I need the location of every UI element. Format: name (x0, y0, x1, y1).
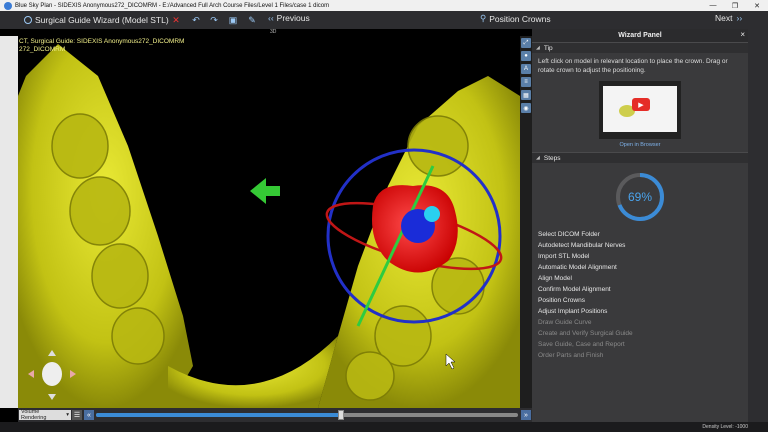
step-item[interactable]: Automatic Model Alignment (538, 262, 748, 273)
close-window-button[interactable]: ✕ (746, 0, 768, 11)
undo-icon[interactable]: ↶ (190, 14, 202, 26)
tip-header: Tip (543, 44, 553, 52)
dental-model-render[interactable] (18, 36, 520, 408)
cancel-x-icon[interactable]: ✕ (170, 14, 182, 26)
status-bar: Density Level: -1000 (0, 422, 768, 432)
model-front-arch (168, 336, 338, 408)
progress-percent: 69% (627, 190, 653, 204)
step-item[interactable]: Draw Guide Curve (538, 317, 748, 328)
wizard-title: Surgical Guide Wizard (Model STL) (35, 15, 169, 25)
collapse-triangle-icon: ◢ (536, 155, 540, 161)
step-item[interactable]: Save Guide, Case and Report (538, 339, 748, 350)
wizard-panel-title: Wizard Panel (618, 32, 662, 39)
step-item[interactable]: Confirm Model Alignment (538, 284, 748, 295)
play-icon[interactable]: ▶ (632, 98, 650, 111)
slider-prev-button[interactable]: « (84, 410, 94, 420)
save-icon[interactable]: ▣ (227, 14, 239, 26)
slider-next-button[interactable]: » (521, 410, 531, 420)
power-icon (24, 16, 32, 24)
minimize-button[interactable]: — (702, 0, 724, 11)
grid-icon[interactable]: ▦ (521, 90, 531, 100)
wizard-panel: Wizard Panel × ◢ Tip Left click on model… (532, 29, 748, 422)
annotation-icon[interactable]: A (521, 64, 531, 74)
chevron-right-icon: ›› (736, 13, 743, 23)
step-item[interactable]: Create and Verify Surgical Guide (538, 328, 748, 339)
slice-slider-thumb[interactable] (337, 410, 344, 420)
viewport-case-id: 272_DICOMRM (19, 46, 66, 53)
tutorial-video-thumbnail[interactable]: ▶ (599, 81, 681, 139)
window-controls: — ❐ ✕ (702, 0, 768, 11)
tools-icon[interactable]: ✎ (246, 14, 258, 26)
step-item[interactable]: Position Crowns (538, 295, 748, 306)
view-tools-strip: ⤢ ● A ≡ ▦ ◉ (520, 36, 532, 408)
slice-slider-fill (96, 413, 341, 417)
step-item[interactable]: Autodetect Mandibular Nerves (538, 240, 748, 251)
density-level: Density Level: -1000 (702, 424, 748, 430)
render-mode-select[interactable]: Volume Rendering ▾ (19, 409, 71, 421)
main-toolbar: Surgical Guide Wizard (Model STL) (0, 11, 768, 29)
head-view-icon[interactable]: ● (521, 51, 531, 61)
wizard-title-button[interactable]: Surgical Guide Wizard (Model STL) (24, 15, 169, 25)
open-in-browser-link[interactable]: Open in Browser (532, 142, 748, 148)
step-item[interactable]: Order Parts and Finish (538, 350, 748, 361)
fullscreen-icon[interactable]: ⤢ (521, 38, 531, 48)
right-edge-panel (748, 29, 768, 422)
next-button[interactable]: Next ›› (715, 13, 742, 23)
view-mode-label: 3D (270, 29, 277, 35)
redo-icon[interactable]: ↷ (208, 14, 220, 26)
chevron-down-icon: ▾ (66, 412, 69, 418)
tip-text: Left click on model in relevant location… (538, 58, 728, 74)
progress-ring: 69% (614, 171, 666, 223)
step-item[interactable]: Import STL Model (538, 251, 748, 262)
steps-list: Select DICOM Folder Autodetect Mandibular… (532, 229, 748, 361)
render-settings-icon[interactable]: ☰ (72, 410, 82, 420)
gizmo-handle-sphere[interactable] (424, 206, 440, 222)
layers-icon[interactable]: ≡ (521, 77, 531, 87)
viewport-bottom-bar: Volume Rendering ▾ ☰ « » (18, 408, 532, 422)
render-mode-value: Volume Rendering (21, 409, 47, 421)
collapse-triangle-icon: ◢ (536, 45, 540, 51)
current-step-indicator: ⚲ Position Crowns (480, 13, 551, 24)
steps-header: Steps (543, 154, 561, 162)
app-logo-icon (4, 1, 12, 10)
left-sidebar-strip (0, 36, 18, 408)
3d-viewport[interactable]: CT, Surgical Guide: SIDEXIS Anonymous272… (18, 36, 520, 408)
tip-section-header[interactable]: ◢ Tip (532, 42, 748, 53)
chevron-left-icon: ‹‹ (268, 13, 274, 23)
previous-button[interactable]: ‹‹ Previous (268, 13, 310, 23)
direction-arrow-icon[interactable] (250, 178, 280, 204)
close-panel-icon[interactable]: × (740, 30, 745, 39)
tooth-icon: ⚲ (480, 13, 487, 23)
maximize-button[interactable]: ❐ (724, 0, 746, 11)
step-item[interactable]: Select DICOM Folder (538, 229, 748, 240)
viewport-case-label: CT, Surgical Guide: SIDEXIS Anonymous272… (19, 38, 185, 45)
next-label: Next (715, 13, 733, 23)
step-item[interactable]: Align Model (538, 273, 748, 284)
steps-section-header[interactable]: ◢ Steps (532, 152, 748, 163)
step-item[interactable]: Adjust Implant Positions (538, 306, 748, 317)
slice-slider[interactable] (96, 410, 518, 420)
current-step-label: Position Crowns (489, 13, 551, 24)
camera-icon[interactable]: ◉ (521, 103, 531, 113)
wizard-panel-header: Wizard Panel × (532, 29, 748, 42)
previous-label: Previous (276, 13, 310, 23)
window-titlebar: Blue Sky Plan - SIDEXIS Anonymous272_DIC… (0, 0, 768, 11)
window-title: Blue Sky Plan - SIDEXIS Anonymous272_DIC… (15, 2, 330, 9)
